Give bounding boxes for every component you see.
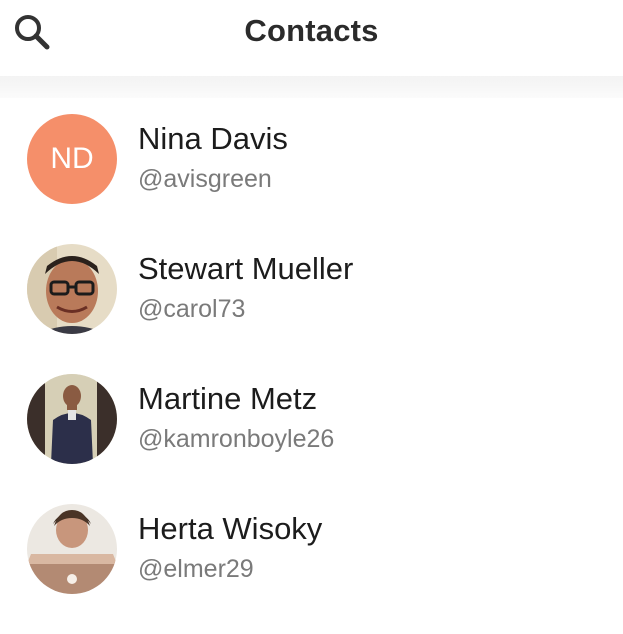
avatar-photo (27, 504, 117, 594)
contact-info: Herta Wisoky @elmer29 (138, 510, 322, 586)
avatar: ND (27, 114, 117, 204)
contact-name: Stewart Mueller (138, 251, 354, 286)
contact-handle: @elmer29 (138, 555, 254, 583)
contact-row[interactable]: Herta Wisoky @elmer29 (0, 488, 623, 618)
contacts-list: ND Nina Davis @avisgreen Stewart Mueller… (0, 98, 623, 618)
header-divider (0, 76, 623, 98)
header-bar: Contacts (0, 0, 623, 76)
search-icon (15, 15, 50, 50)
contact-row[interactable]: Martine Metz @kamronboyle26 (0, 358, 623, 488)
avatar-photo (27, 374, 117, 464)
contact-name: Nina Davis (138, 121, 288, 156)
contact-handle: @avisgreen (138, 165, 272, 193)
contact-row[interactable]: ND Nina Davis @avisgreen (0, 98, 623, 228)
contact-name: Herta Wisoky (138, 511, 323, 546)
avatar-photo (27, 244, 117, 334)
avatar (27, 504, 117, 594)
avatar (27, 374, 117, 464)
avatar-initials: ND (50, 142, 94, 175)
contact-handle: @carol73 (138, 295, 246, 323)
contact-info: Martine Metz @kamronboyle26 (138, 380, 334, 456)
search-button[interactable] (8, 8, 56, 56)
contact-info: Stewart Mueller @carol73 (138, 250, 353, 326)
contact-info: Nina Davis @avisgreen (138, 120, 288, 196)
page-title: Contacts (244, 13, 379, 48)
contact-handle: @kamronboyle26 (138, 425, 335, 453)
avatar (27, 244, 117, 334)
contact-name: Martine Metz (138, 381, 318, 416)
contact-row[interactable]: Stewart Mueller @carol73 (0, 228, 623, 358)
contacts-screen: Contacts ND Nina Davis @avisgreen Stewar… (0, 0, 623, 634)
